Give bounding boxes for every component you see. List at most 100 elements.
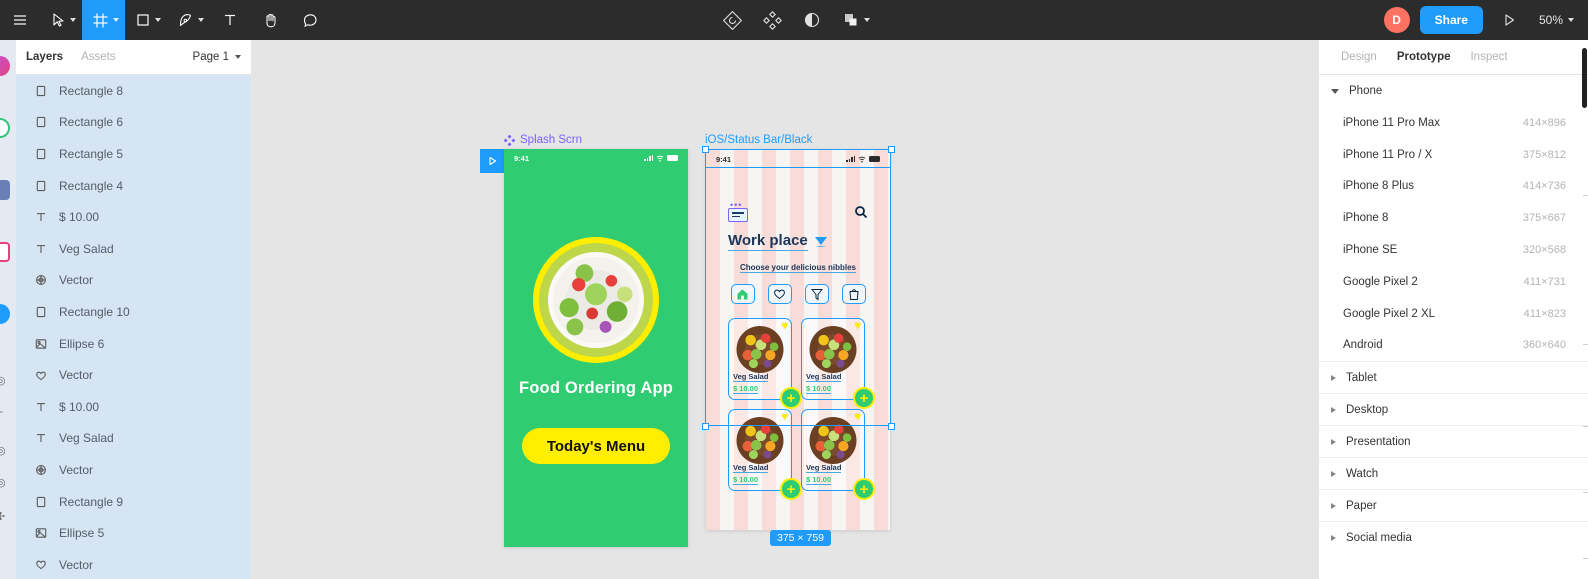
device-group-tablet[interactable]: Tablet bbox=[1319, 361, 1588, 393]
layer-row[interactable]: Veg Salad bbox=[16, 422, 251, 455]
layer-row[interactable]: $ 10.00 bbox=[16, 201, 251, 233]
chevron-right-icon[interactable] bbox=[1331, 406, 1336, 413]
chevron-down-icon[interactable] bbox=[1568, 18, 1574, 22]
text-tool[interactable] bbox=[210, 0, 250, 40]
chevron-down-icon[interactable] bbox=[70, 18, 76, 22]
zoom-control[interactable]: 50% bbox=[1529, 0, 1580, 40]
add-to-cart-button[interactable]: + bbox=[780, 478, 802, 500]
device-group-desktop[interactable]: Desktop bbox=[1319, 393, 1588, 425]
hamburger-menu-icon[interactable] bbox=[0, 0, 40, 40]
hamburger-icon[interactable] bbox=[728, 207, 748, 222]
page-selector[interactable]: Page 1 bbox=[193, 51, 241, 63]
layer-row[interactable]: Veg Salad bbox=[16, 232, 251, 265]
device-preset-item[interactable]: iPhone 11 Pro Max 414×896 bbox=[1319, 107, 1588, 139]
layer-list[interactable]: Rectangle 8 Rectangle 6 Rectangle 5 Rectang… bbox=[16, 75, 251, 579]
device-group-social-media[interactable]: Social media bbox=[1319, 521, 1588, 553]
layer-row[interactable]: Ellipse 6 bbox=[16, 327, 251, 360]
frame-tool[interactable] bbox=[82, 0, 125, 40]
canvas[interactable]: Splash Scrn 9:41 Food Ordering App Today… bbox=[252, 40, 1318, 579]
heart-icon[interactable]: ♥ bbox=[854, 320, 861, 332]
layer-row[interactable]: $ 10.00 bbox=[16, 390, 251, 423]
frame-label-menu[interactable]: iOS/Status Bar/Black bbox=[705, 134, 812, 146]
layer-row[interactable]: Vector bbox=[16, 359, 251, 391]
device-group-presentation[interactable]: Presentation bbox=[1319, 425, 1588, 457]
selection-handle-bottom-left[interactable] bbox=[702, 423, 709, 430]
selection-handle-top-right[interactable] bbox=[888, 146, 895, 153]
layer-row[interactable]: Rectangle 5 bbox=[16, 138, 251, 170]
device-preset-item[interactable]: Android 360×640 bbox=[1319, 330, 1588, 362]
filter-icon[interactable] bbox=[804, 284, 829, 304]
create-component-icon[interactable] bbox=[752, 0, 792, 40]
tab-layers[interactable]: Layers bbox=[26, 51, 63, 63]
frame-label-splash[interactable]: Splash Scrn bbox=[504, 134, 582, 146]
device-group-paper[interactable]: Paper bbox=[1319, 489, 1588, 521]
food-card[interactable]: ♥ Veg Salad $ 10.00 + bbox=[801, 318, 875, 409]
chevron-down-icon[interactable] bbox=[155, 18, 161, 22]
chevron-right-icon[interactable] bbox=[1331, 374, 1336, 381]
layer-row[interactable]: Rectangle 8 bbox=[16, 75, 251, 107]
food-card[interactable]: ♥ Veg Salad $ 10.00 + bbox=[728, 409, 802, 500]
tab-design[interactable]: Design bbox=[1341, 51, 1377, 63]
food-card[interactable]: ♥ Veg Salad $ 10.00 + bbox=[801, 409, 875, 500]
move-tool[interactable] bbox=[40, 0, 82, 40]
share-button[interactable]: Share bbox=[1419, 6, 1483, 34]
layer-row[interactable]: Rectangle 9 bbox=[16, 485, 251, 518]
add-to-cart-button[interactable]: + bbox=[780, 387, 802, 409]
device-group-watch[interactable]: Watch bbox=[1319, 457, 1588, 489]
chevron-right-icon[interactable] bbox=[1331, 534, 1336, 541]
layer-row[interactable]: Ellipse 5 bbox=[16, 517, 251, 549]
present-button[interactable] bbox=[1489, 0, 1529, 40]
mask-icon[interactable] bbox=[792, 0, 832, 40]
chevron-down-icon[interactable] bbox=[113, 18, 119, 22]
tab-prototype[interactable]: Prototype bbox=[1397, 51, 1451, 63]
cart-icon[interactable] bbox=[841, 284, 866, 304]
chevron-down-icon[interactable] bbox=[235, 55, 241, 59]
tab-assets[interactable]: Assets bbox=[81, 51, 116, 63]
device-group-phone[interactable]: Phone bbox=[1319, 75, 1588, 107]
layer-row[interactable]: Vector bbox=[16, 548, 251, 579]
layer-row[interactable]: Rectangle 10 bbox=[16, 296, 251, 328]
device-preset-item[interactable]: Google Pixel 2 411×731 bbox=[1319, 266, 1588, 298]
chevron-right-icon[interactable] bbox=[1331, 438, 1336, 445]
chevron-down-icon[interactable] bbox=[1331, 88, 1339, 94]
menu-screen-frame[interactable]: 9:41 ••• Work place Choose your deliciou… bbox=[706, 150, 890, 530]
heart-icon[interactable] bbox=[767, 284, 792, 304]
device-preset-item[interactable]: iPhone 11 Pro / X 375×812 bbox=[1319, 139, 1588, 171]
right-panel-scrollbar[interactable] bbox=[1582, 48, 1587, 108]
home-icon[interactable] bbox=[730, 284, 755, 304]
device-preset-item[interactable]: Google Pixel 2 XL 411×823 bbox=[1319, 298, 1588, 330]
heart-icon[interactable]: ♥ bbox=[854, 411, 861, 423]
layer-row[interactable]: Rectangle 6 bbox=[16, 106, 251, 139]
food-card[interactable]: ♥ Veg Salad $ 10.00 + bbox=[728, 318, 802, 409]
comment-tool[interactable] bbox=[290, 0, 330, 40]
device-preset-item[interactable]: iPhone 8 375×667 bbox=[1319, 202, 1588, 234]
chevron-down-icon[interactable] bbox=[198, 18, 204, 22]
splash-play-badge[interactable] bbox=[480, 149, 504, 173]
tab-inspect[interactable]: Inspect bbox=[1470, 51, 1507, 63]
chevron-down-icon[interactable] bbox=[864, 18, 870, 22]
layer-row[interactable]: Rectangle 4 bbox=[16, 169, 251, 202]
layer-row[interactable]: Vector bbox=[16, 264, 251, 297]
todays-menu-button[interactable]: Today's Menu bbox=[522, 428, 670, 464]
add-to-cart-button[interactable]: + bbox=[853, 387, 875, 409]
heart-icon[interactable]: ♥ bbox=[781, 411, 788, 423]
chevron-right-icon[interactable] bbox=[1331, 470, 1336, 477]
triangle-down-icon[interactable] bbox=[814, 236, 827, 247]
component-icon[interactable] bbox=[712, 0, 752, 40]
pen-tool[interactable] bbox=[167, 0, 210, 40]
add-to-cart-button[interactable]: + bbox=[853, 478, 875, 500]
selection-handle-top-left[interactable] bbox=[702, 146, 709, 153]
chevron-right-icon[interactable] bbox=[1331, 502, 1336, 509]
magnifier-icon[interactable] bbox=[854, 205, 868, 224]
device-preset-item[interactable]: iPhone SE 320×568 bbox=[1319, 234, 1588, 266]
boolean-icon[interactable] bbox=[832, 0, 876, 40]
device-preset-item[interactable]: iPhone 8 Plus 414×736 bbox=[1319, 171, 1588, 203]
splash-screen-frame[interactable]: 9:41 Food Ordering App Today's Menu bbox=[504, 149, 688, 547]
hand-tool[interactable] bbox=[250, 0, 290, 40]
selection-handle-bottom-right[interactable] bbox=[888, 423, 895, 430]
shape-tool[interactable] bbox=[125, 0, 167, 40]
location-selector[interactable]: Work place bbox=[728, 232, 827, 251]
avatar[interactable]: D bbox=[1383, 7, 1410, 33]
heart-icon[interactable]: ♥ bbox=[781, 320, 788, 332]
layer-row[interactable]: Vector bbox=[16, 454, 251, 486]
